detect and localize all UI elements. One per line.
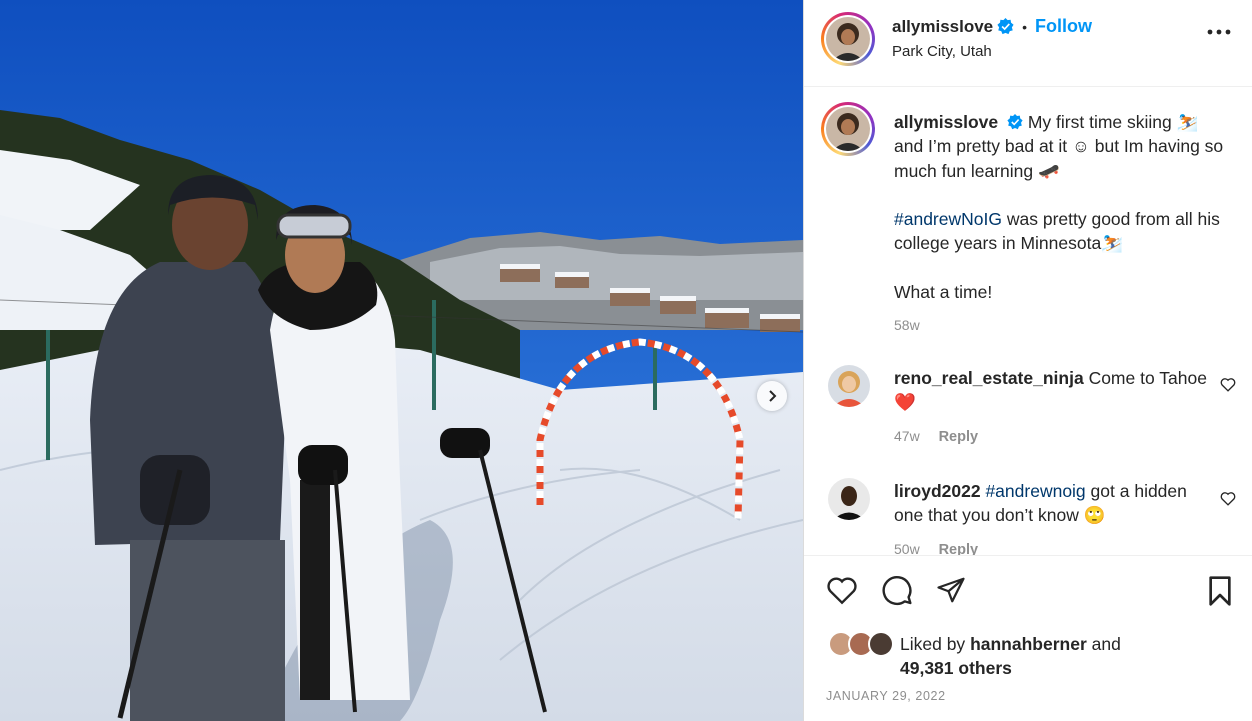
comment-age[interactable]: 50w bbox=[894, 541, 920, 555]
caption-text-4: What a time! bbox=[894, 282, 993, 303]
liked-by-prefix: Liked by bbox=[900, 634, 966, 654]
comments-list[interactable]: allymisslove My first time skiing ⛷️ and… bbox=[804, 88, 1252, 555]
caption-username[interactable]: allymisslove bbox=[894, 112, 998, 132]
caption-text-1: My first time skiing bbox=[1027, 112, 1172, 132]
comment-hashtag[interactable]: #andrewnoig bbox=[985, 481, 1085, 501]
author-avatar[interactable] bbox=[821, 12, 875, 66]
separator-dot: • bbox=[1022, 18, 1028, 35]
like-comment-heart-icon[interactable] bbox=[1220, 377, 1236, 392]
commenter-avatar[interactable] bbox=[828, 478, 870, 520]
comment-item: liroyd2022 #andrewnoig got a hidden one … bbox=[894, 479, 1214, 555]
comment-username[interactable]: reno_real_estate_ninja bbox=[894, 368, 1084, 388]
commenter-photo bbox=[828, 365, 870, 407]
skateboard-emoji: 🛹 bbox=[1038, 160, 1060, 181]
liked-by-and: and bbox=[1091, 634, 1121, 654]
comment-username[interactable]: liroyd2022 bbox=[894, 481, 981, 501]
follow-button[interactable]: Follow bbox=[1035, 16, 1092, 37]
more-options-icon[interactable] bbox=[1207, 29, 1231, 35]
skier-emoji: ⛷️ bbox=[1101, 233, 1123, 254]
likers-avatars[interactable] bbox=[828, 631, 894, 657]
post-side-panel: allymisslove • Follow Park City, Utah al… bbox=[803, 0, 1252, 721]
post-caption: allymisslove My first time skiing ⛷️ and… bbox=[894, 110, 1224, 338]
liker-username[interactable]: hannahberner bbox=[970, 634, 1087, 654]
reply-button[interactable]: Reply bbox=[939, 542, 979, 555]
commenter-photo bbox=[828, 478, 870, 520]
comment-icon[interactable] bbox=[881, 575, 913, 607]
bookmark-icon[interactable] bbox=[1206, 575, 1234, 607]
heart-emoji: ❤️ bbox=[894, 392, 916, 413]
heart-icon[interactable] bbox=[826, 575, 858, 605]
skier-emoji: ⛷️ bbox=[1176, 112, 1199, 132]
post-location[interactable]: Park City, Utah bbox=[892, 43, 992, 60]
author-photo bbox=[826, 17, 870, 61]
post-photo[interactable] bbox=[0, 0, 803, 721]
comment-item: reno_real_estate_ninja Come to Tahoe ❤️ … bbox=[894, 366, 1214, 449]
verified-badge-icon bbox=[1007, 114, 1023, 130]
caption-hashtag[interactable]: #andrewNoIG bbox=[894, 209, 1002, 229]
chevron-right-icon bbox=[769, 390, 777, 402]
comment-age[interactable]: 47w bbox=[894, 428, 920, 444]
post-date[interactable]: JANUARY 29, 2022 bbox=[826, 689, 946, 703]
like-comment-heart-icon[interactable] bbox=[1220, 491, 1236, 506]
likes-count[interactable]: 49,381 others bbox=[900, 658, 1012, 678]
post-actions: Liked by hannahberner and 49,381 others … bbox=[804, 555, 1252, 721]
post-header: allymisslove • Follow Park City, Utah bbox=[804, 0, 1252, 87]
next-photo-button[interactable] bbox=[757, 381, 787, 411]
liker-avatar bbox=[868, 631, 894, 657]
liked-by-summary: Liked by hannahberner and 49,381 others bbox=[900, 632, 1121, 680]
author-line: allymisslove • Follow bbox=[892, 16, 1092, 37]
eye-roll-emoji: 🙄 bbox=[1083, 505, 1106, 526]
share-icon[interactable] bbox=[935, 575, 967, 605]
ski-photo-illustration bbox=[0, 0, 803, 721]
author-photo bbox=[826, 107, 870, 151]
reply-button[interactable]: Reply bbox=[939, 429, 979, 445]
comment-text: Come to Tahoe bbox=[1088, 368, 1207, 388]
verified-badge-icon bbox=[997, 18, 1014, 35]
caption-age[interactable]: 58w bbox=[894, 317, 920, 333]
commenter-avatar[interactable] bbox=[828, 365, 870, 407]
author-username[interactable]: allymisslove bbox=[892, 17, 993, 37]
caption-author-avatar[interactable] bbox=[821, 102, 875, 156]
